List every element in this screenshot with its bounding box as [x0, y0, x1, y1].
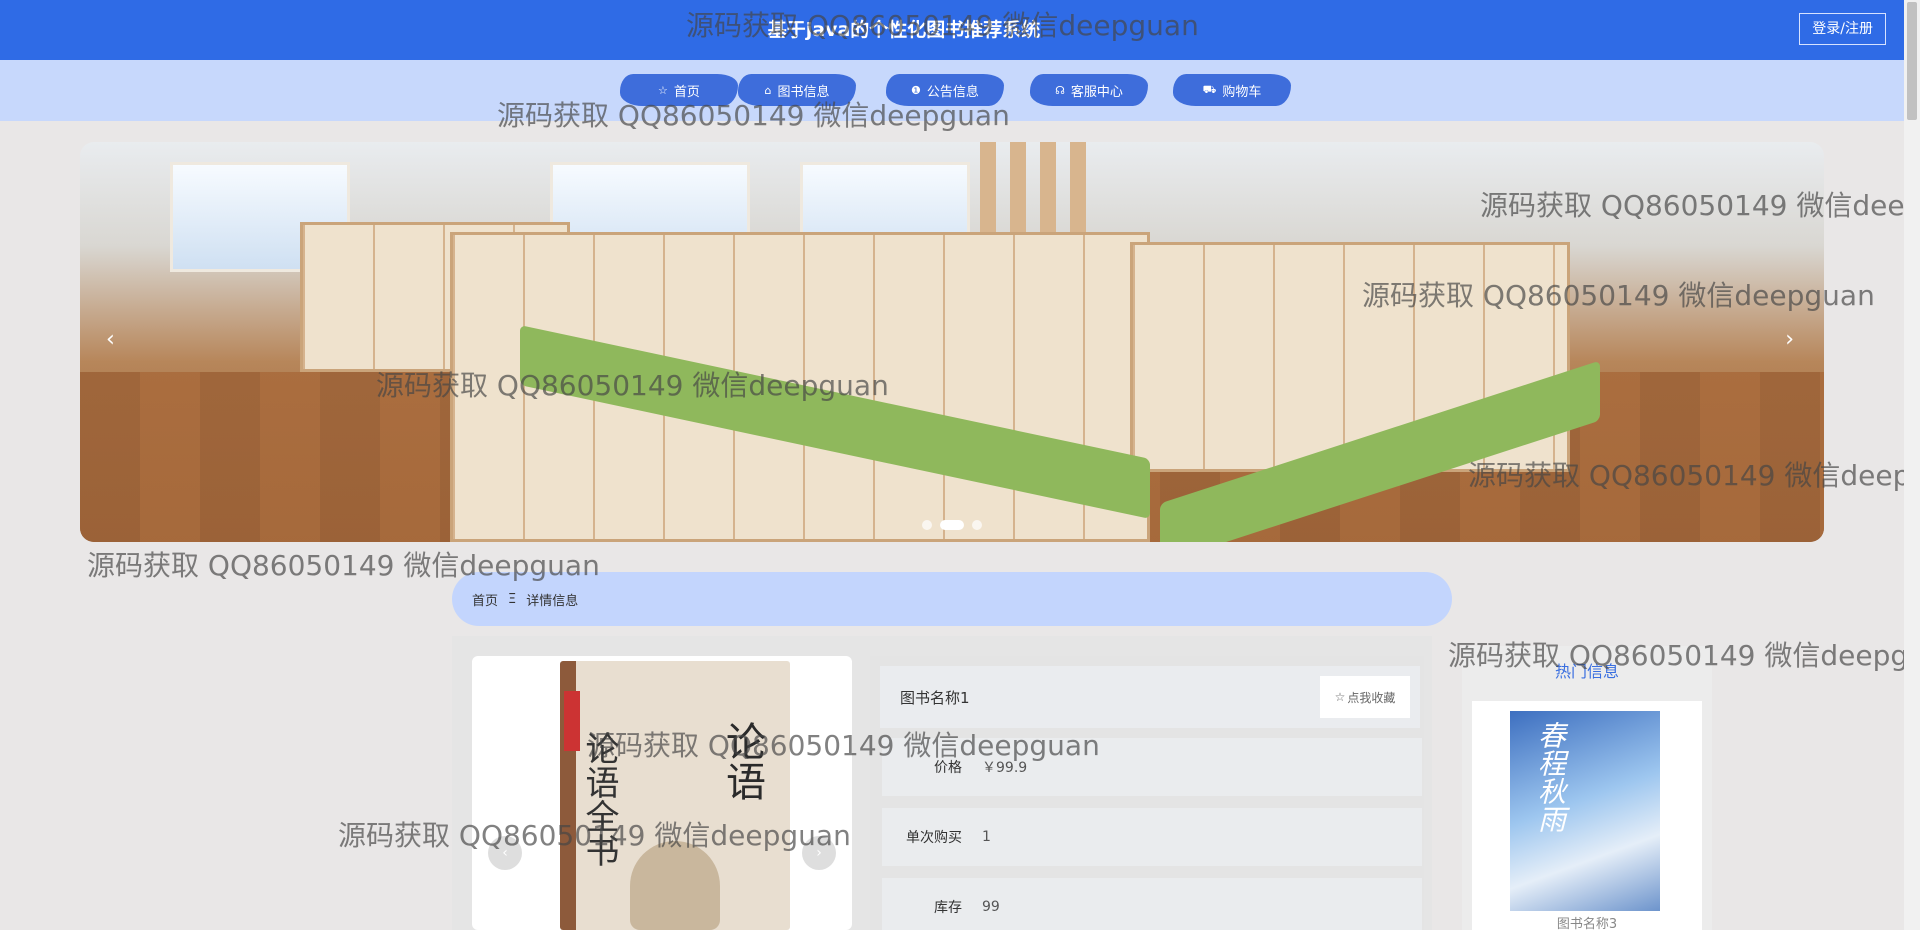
nav-item-label: 购物车	[1222, 84, 1262, 100]
breadcrumb-current: 详情信息	[526, 593, 579, 609]
image-next-button[interactable]: ›	[802, 836, 836, 870]
nav-item-notices[interactable]: ❶ 公告信息	[886, 74, 1004, 106]
cart-icon: ⛟	[1202, 82, 1217, 96]
nav-item-label: 公告信息	[926, 84, 979, 100]
banner-dot[interactable]	[972, 520, 982, 530]
favorite-label: 点我收藏	[1347, 690, 1396, 705]
headset-icon: ☊	[1055, 83, 1065, 97]
site-title: 基于java的个性化图书推荐系统	[767, 19, 1041, 41]
banner-prev-arrow[interactable]: ‹	[106, 327, 115, 352]
scrollbar-thumb[interactable]	[1907, 2, 1917, 120]
book-name-row: 图书名称1 ☆ 点我收藏	[880, 666, 1420, 728]
bag-icon: ⌂	[764, 83, 772, 97]
banner-dots	[80, 520, 1824, 530]
nav-item-books[interactable]: ⌂ 图书信息	[738, 74, 856, 106]
field-label: 价格	[934, 760, 962, 776]
hot-cover-text: 春程秋雨	[1534, 721, 1567, 833]
banner-dot-active[interactable]	[940, 520, 964, 530]
book-info: 图书名称1 ☆ 点我收藏 价格 ￥99.9 单次购买 1 库存 99	[870, 656, 1424, 930]
book-cover-portrait	[630, 841, 720, 930]
main-nav: ☆ 首页 ⌂ 图书信息 ❶ 公告信息 ☊ 客服中心 ⛟ 购物车	[0, 60, 1904, 121]
login-register-button[interactable]: 登录/注册	[1799, 13, 1886, 45]
image-prev-button[interactable]: ‹	[488, 836, 522, 870]
banner-dot[interactable]	[922, 520, 932, 530]
field-label: 库存	[934, 900, 962, 916]
hot-info-title: 热门信息	[1554, 662, 1619, 681]
book-cover-image: 论语全书 论语	[560, 661, 790, 930]
book-cover-text: 论语	[719, 721, 765, 801]
hot-item-cover: 春程秋雨	[1510, 711, 1660, 911]
hot-item-name: 图书名称3	[1556, 917, 1618, 930]
book-cover-text: 论语全书	[579, 731, 619, 867]
price-row: 价格 ￥99.9	[882, 738, 1422, 796]
book-cover-tag	[564, 691, 580, 751]
nav-item-service[interactable]: ☊ 客服中心	[1030, 74, 1148, 106]
nav-item-home[interactable]: ☆ 首页	[620, 74, 738, 106]
info-icon: ❶	[911, 83, 921, 97]
nav-item-label: 首页	[673, 84, 700, 100]
hot-info-panel: 热门信息 春程秋雨 图书名称3	[1462, 646, 1712, 930]
quantity-row: 单次购买 1	[882, 808, 1422, 866]
field-label: 单次购买	[906, 830, 962, 846]
stock-row: 库存 99	[882, 878, 1422, 930]
nav-item-cart[interactable]: ⛟ 购物车	[1173, 74, 1291, 106]
nav-item-label: 客服中心	[1070, 84, 1123, 100]
banner-carousel[interactable]: ‹ ›	[80, 142, 1824, 542]
banner-next-arrow[interactable]: ›	[1785, 327, 1794, 352]
book-name: 图书名称1	[900, 688, 970, 707]
price-value: ￥99.9	[982, 760, 1028, 776]
star-icon: ☆	[1334, 690, 1346, 704]
stock-value: 99	[982, 899, 1000, 915]
breadcrumb-separator: Ξ	[508, 591, 517, 607]
book-image-carousel[interactable]: 论语全书 论语 ‹ ›	[472, 656, 852, 930]
quantity-value[interactable]: 1	[982, 829, 991, 845]
favorite-button[interactable]: ☆ 点我收藏	[1320, 676, 1410, 718]
nav-item-label: 图书信息	[777, 84, 830, 100]
breadcrumb-home[interactable]: 首页	[472, 590, 498, 609]
hot-item-card[interactable]: 春程秋雨 图书名称3	[1472, 701, 1702, 930]
breadcrumb: 首页 Ξ 详情信息	[452, 572, 1452, 626]
star-icon: ☆	[658, 83, 668, 97]
top-header: 基于java的个性化图书推荐系统 登录/注册	[0, 0, 1904, 60]
page-scrollbar[interactable]	[1904, 0, 1920, 930]
